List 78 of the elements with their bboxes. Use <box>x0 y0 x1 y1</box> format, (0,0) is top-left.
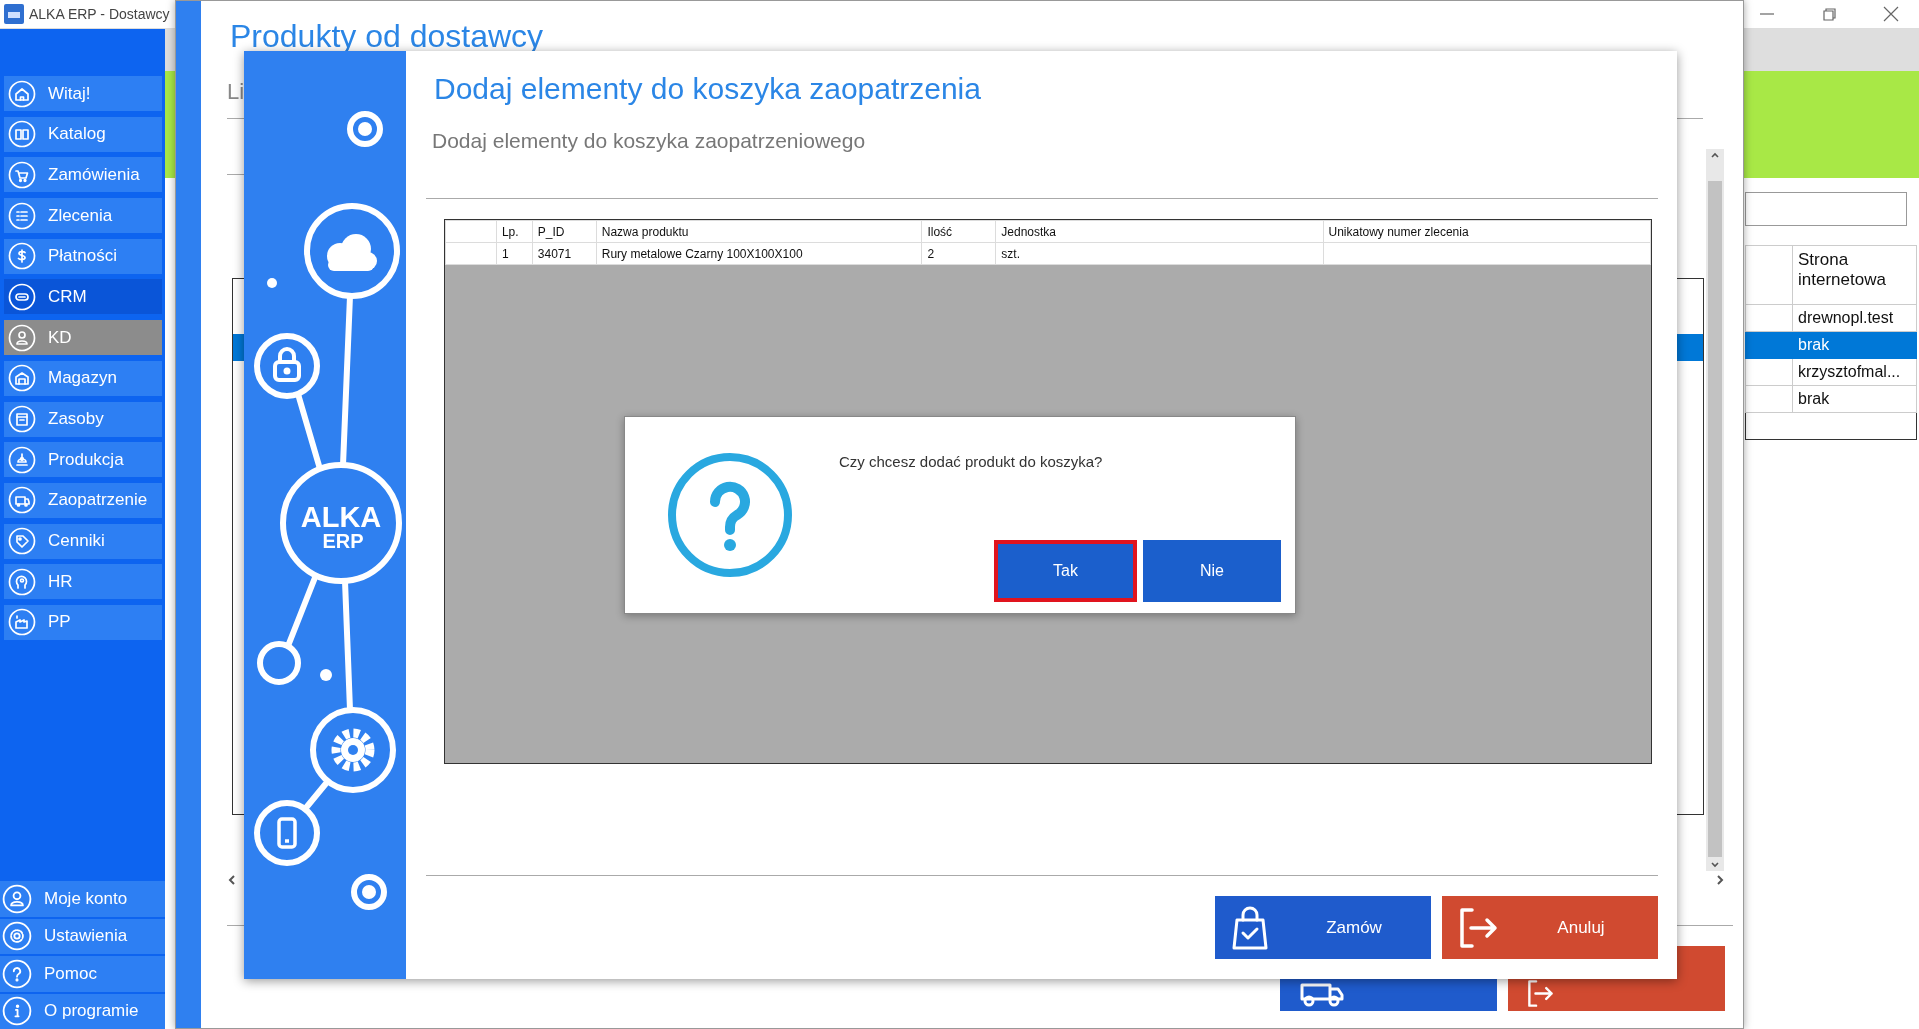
column-header: Strona internetowa <box>1792 245 1917 305</box>
scroll-left-icon[interactable] <box>226 873 238 887</box>
sidebar-item[interactable]: Magazyn <box>4 360 162 396</box>
restore-icon <box>1822 7 1836 21</box>
sidebar-item[interactable]: Zasoby <box>4 401 162 437</box>
sidebar-item[interactable]: Zlecenia <box>4 198 162 234</box>
table-cell: brak <box>1792 331 1917 359</box>
table-cell: drewnopl.test <box>1792 304 1917 332</box>
dialog-message: Czy chcesz dodać produkt do koszyka? <box>839 453 1104 470</box>
person-icon <box>2 883 32 914</box>
sidebar-item[interactable]: PP <box>4 604 162 640</box>
truck-icon <box>8 486 36 515</box>
sidebar-item[interactable]: Moje konto <box>0 881 165 917</box>
column-header: Unikatowy numer zlecenia <box>1323 220 1651 243</box>
cancel-button[interactable]: Anuluj <box>1442 896 1658 959</box>
question-icon <box>667 452 793 578</box>
logo-text: ALKA <box>300 501 382 533</box>
minimize-icon <box>1760 13 1774 15</box>
table-cell: krzysztofmal... <box>1792 358 1917 386</box>
person-icon <box>8 323 36 352</box>
house-icon <box>8 79 36 108</box>
sidebar-item[interactable]: Płatności <box>4 238 162 274</box>
table-cell: szt. <box>995 242 1323 265</box>
dialog-subtitle: Dodaj elementy do koszyka zaopatrzeniowego <box>431 128 867 154</box>
section-subtitle: Li <box>227 78 245 106</box>
window-title: ALKA ERP - Dostawcy <box>29 6 170 22</box>
yes-button[interactable]: Tak <box>994 540 1137 602</box>
table-cell: 1 <box>496 242 533 265</box>
scroll-right-icon[interactable] <box>1714 873 1726 887</box>
book-icon <box>8 120 36 149</box>
head-icon <box>8 567 36 596</box>
search-field[interactable] <box>1745 192 1907 226</box>
sidebar-item[interactable]: Zamówienia <box>4 157 162 193</box>
order-button[interactable]: Zamów <box>1215 896 1431 959</box>
vertical-scrollbar[interactable] <box>1706 149 1724 871</box>
warehouse-icon <box>8 364 36 393</box>
info-icon <box>2 996 32 1027</box>
sidebar-item[interactable]: Ustawienia <box>0 918 165 954</box>
cloud-icon <box>327 234 377 271</box>
close-icon <box>1883 6 1899 22</box>
sidebar-item[interactable]: Produkcja <box>4 442 162 478</box>
dollar-icon <box>8 242 36 271</box>
column-header: Ilość <box>921 220 996 243</box>
table-cell: brak <box>1792 385 1917 413</box>
table-cell: 2 <box>921 242 996 265</box>
sidebar-item[interactable]: CRM <box>4 279 162 315</box>
table-cell: 34071 <box>532 242 597 265</box>
sidebar-item[interactable]: Cenniki <box>4 523 162 559</box>
gear-icon <box>331 728 375 772</box>
column-header: Nazwa produktu <box>596 220 922 243</box>
window-heading: Produkty od dostawcy <box>230 20 544 52</box>
phone-icon <box>277 817 297 849</box>
sidebar-item[interactable]: KD <box>4 320 162 356</box>
list-icon <box>8 201 36 230</box>
table-cell: Rury metalowe Czarny 100X100X100 <box>596 242 922 265</box>
logo-text: ERP <box>322 530 364 552</box>
sidebar-item[interactable]: Witaj! <box>4 76 162 111</box>
badge-icon <box>8 282 36 311</box>
sidebar-item[interactable]: Zaopatrzenie <box>4 482 162 518</box>
column-header: P_ID <box>532 220 597 243</box>
machine-icon <box>8 445 36 474</box>
cart-icon <box>8 160 36 189</box>
tag-icon <box>8 527 36 556</box>
factory-icon <box>8 608 36 637</box>
help-icon <box>2 958 32 989</box>
column-header: Lp. <box>496 220 533 243</box>
settings-icon <box>2 921 32 952</box>
sidebar-item[interactable]: HR <box>4 564 162 600</box>
truck-icon <box>1300 983 1344 1007</box>
sidebar-item[interactable]: O programie <box>0 993 165 1029</box>
dialog-title: Dodaj elementy do koszyka zaopatrzenia <box>433 71 982 107</box>
sidebar-item[interactable]: Pomoc <box>0 956 165 992</box>
no-button[interactable]: Nie <box>1143 540 1281 602</box>
box-icon <box>8 405 36 433</box>
sidebar-item[interactable]: Katalog <box>4 116 162 152</box>
app-logo-icon <box>4 4 24 24</box>
lock-icon <box>273 347 301 382</box>
column-header: Jednostka <box>995 220 1323 243</box>
